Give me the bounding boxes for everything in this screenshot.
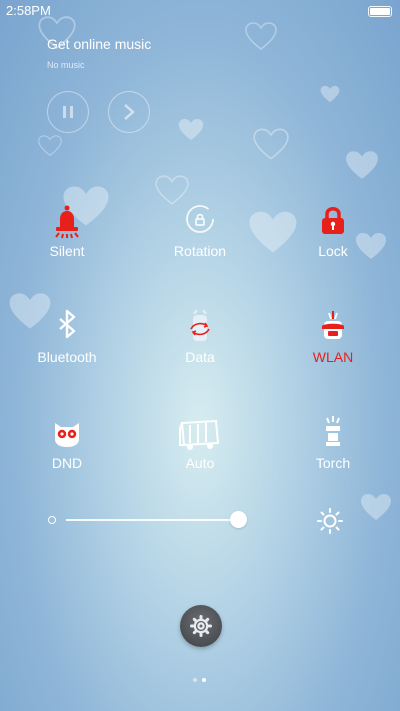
rotation-lock-icon — [186, 205, 214, 233]
heart-decoration — [38, 135, 62, 156]
status-time: 2:58PM — [6, 3, 51, 18]
wifi-icon — [322, 311, 344, 339]
padlock-icon — [322, 207, 344, 234]
toggle-label: WLAN — [312, 349, 354, 365]
heart-decoration — [155, 175, 189, 205]
toggle-label: Torch — [315, 455, 351, 471]
heart-decoration — [320, 85, 340, 103]
next-icon — [124, 104, 135, 120]
toggle-wlan[interactable]: WLAN — [288, 309, 378, 389]
brightness-slider[interactable] — [46, 508, 256, 532]
toggle-label: Silent — [49, 243, 85, 259]
slider-thumb[interactable] — [230, 511, 247, 528]
toggle-data[interactable]: Data — [155, 309, 245, 389]
toggle-label: Auto — [185, 455, 215, 471]
toggle-silent[interactable]: Silent — [22, 203, 112, 283]
bluetooth-icon — [59, 309, 76, 339]
page-indicator-dot-active — [202, 678, 206, 682]
battery-icon — [368, 6, 392, 17]
sun-icon[interactable] — [316, 507, 344, 535]
heart-decoration — [245, 22, 277, 50]
music-title[interactable]: Get online music — [47, 36, 151, 52]
toggle-label: Rotation — [173, 243, 227, 259]
toggle-dnd[interactable]: DND — [22, 415, 112, 495]
toggle-label: Data — [185, 349, 215, 365]
toggle-label: Bluetooth — [37, 349, 97, 365]
toggle-label: Lock — [318, 243, 348, 259]
toggle-lock[interactable]: Lock — [288, 203, 378, 283]
next-button[interactable] — [108, 91, 150, 133]
mobile-data-icon — [190, 309, 210, 341]
toggle-bluetooth[interactable]: Bluetooth — [22, 309, 112, 389]
pause-button[interactable] — [47, 91, 89, 133]
owl-icon — [55, 423, 79, 447]
auto-brightness-icon — [179, 419, 220, 450]
settings-button[interactable] — [180, 605, 222, 647]
heart-decoration — [361, 494, 391, 520]
toggle-rotation[interactable]: Rotation — [155, 203, 245, 283]
music-subtitle: No music — [47, 60, 85, 70]
slider-track — [66, 519, 240, 521]
heart-decoration — [178, 118, 204, 141]
page-indicator-dot — [193, 678, 197, 682]
heart-decoration — [346, 151, 378, 179]
toggle-torch[interactable]: Torch — [288, 415, 378, 495]
toggle-label: DND — [51, 455, 83, 471]
brightness-min-icon — [48, 516, 56, 524]
status-bar: 2:58PM — [0, 0, 400, 22]
toggle-auto[interactable]: Auto — [155, 415, 245, 495]
bell-icon — [55, 205, 79, 239]
flashlight-icon — [326, 416, 340, 446]
pause-icon — [63, 106, 73, 118]
gear-icon — [190, 615, 212, 637]
heart-decoration — [253, 128, 289, 160]
